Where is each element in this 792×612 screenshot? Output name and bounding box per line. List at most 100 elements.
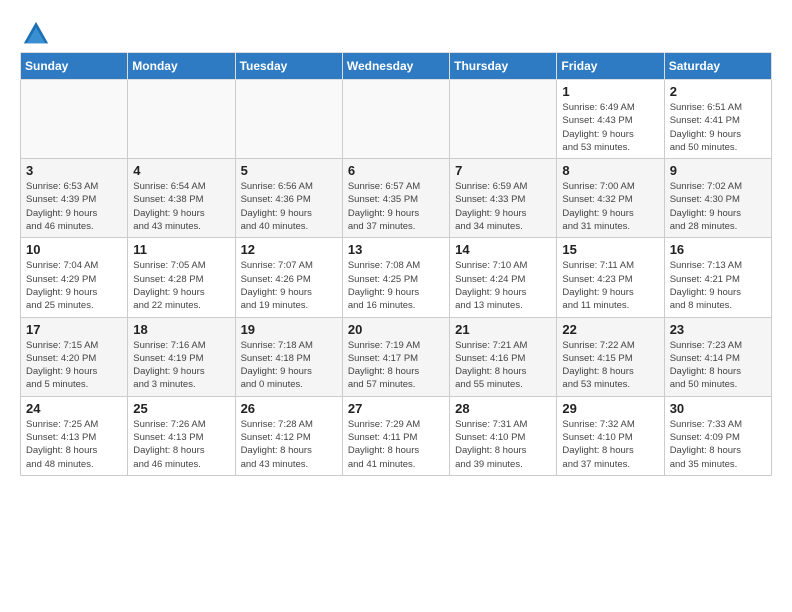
header-cell-friday: Friday <box>557 53 664 80</box>
day-number: 20 <box>348 322 444 337</box>
day-info: Sunrise: 6:49 AM Sunset: 4:43 PM Dayligh… <box>562 101 658 154</box>
day-cell: 6 Sunrise: 6:57 AM Sunset: 4:35 PM Daylig… <box>342 159 449 238</box>
day-number: 12 <box>241 242 337 257</box>
day-number: 10 <box>26 242 122 257</box>
day-info: Sunrise: 7:31 AM Sunset: 4:10 PM Dayligh… <box>455 418 551 471</box>
week-row-0: 1 Sunrise: 6:49 AM Sunset: 4:43 PM Daylig… <box>21 80 772 159</box>
day-cell: 21Sunrise: 7:21 AM Sunset: 4:16 PM Dayli… <box>450 317 557 396</box>
day-number: 30 <box>670 401 766 416</box>
day-info: Sunrise: 7:10 AM Sunset: 4:24 PM Dayligh… <box>455 259 551 312</box>
day-cell: 13 Sunrise: 7:08 AM Sunset: 4:25 PM Dayli… <box>342 238 449 317</box>
day-cell: 3 Sunrise: 6:53 AM Sunset: 4:39 PM Daylig… <box>21 159 128 238</box>
header-cell-tuesday: Tuesday <box>235 53 342 80</box>
day-cell: 25 Sunrise: 7:26 AM Sunset: 4:13 PM Dayli… <box>128 396 235 475</box>
day-cell: 11Sunrise: 7:05 AM Sunset: 4:28 PM Dayli… <box>128 238 235 317</box>
day-cell: 1 Sunrise: 6:49 AM Sunset: 4:43 PM Daylig… <box>557 80 664 159</box>
day-cell: 5 Sunrise: 6:56 AM Sunset: 4:36 PM Daylig… <box>235 159 342 238</box>
week-row-2: 10Sunrise: 7:04 AM Sunset: 4:29 PM Dayli… <box>21 238 772 317</box>
calendar-header: SundayMondayTuesdayWednesdayThursdayFrid… <box>21 53 772 80</box>
day-cell <box>450 80 557 159</box>
day-info: Sunrise: 6:53 AM Sunset: 4:39 PM Dayligh… <box>26 180 122 233</box>
day-cell: 27 Sunrise: 7:29 AM Sunset: 4:11 PM Dayli… <box>342 396 449 475</box>
day-number: 2 <box>670 84 766 99</box>
day-cell <box>235 80 342 159</box>
day-number: 13 <box>348 242 444 257</box>
calendar-table: SundayMondayTuesdayWednesdayThursdayFrid… <box>20 52 772 476</box>
day-info: Sunrise: 7:11 AM Sunset: 4:23 PM Dayligh… <box>562 259 658 312</box>
day-info: Sunrise: 7:18 AM Sunset: 4:18 PM Dayligh… <box>241 339 337 392</box>
logo <box>20 20 50 48</box>
day-info: Sunrise: 7:16 AM Sunset: 4:19 PM Dayligh… <box>133 339 229 392</box>
day-number: 21 <box>455 322 551 337</box>
day-number: 17 <box>26 322 122 337</box>
day-info: Sunrise: 7:19 AM Sunset: 4:17 PM Dayligh… <box>348 339 444 392</box>
day-info: Sunrise: 7:15 AM Sunset: 4:20 PM Dayligh… <box>26 339 122 392</box>
header-cell-saturday: Saturday <box>664 53 771 80</box>
day-number: 26 <box>241 401 337 416</box>
day-info: Sunrise: 7:00 AM Sunset: 4:32 PM Dayligh… <box>562 180 658 233</box>
day-cell: 10Sunrise: 7:04 AM Sunset: 4:29 PM Dayli… <box>21 238 128 317</box>
day-cell <box>342 80 449 159</box>
day-number: 23 <box>670 322 766 337</box>
day-info: Sunrise: 6:57 AM Sunset: 4:35 PM Dayligh… <box>348 180 444 233</box>
day-number: 14 <box>455 242 551 257</box>
day-cell: 8 Sunrise: 7:00 AM Sunset: 4:32 PM Daylig… <box>557 159 664 238</box>
day-number: 27 <box>348 401 444 416</box>
day-number: 25 <box>133 401 229 416</box>
logo-icon <box>22 20 50 48</box>
day-cell: 18Sunrise: 7:16 AM Sunset: 4:19 PM Dayli… <box>128 317 235 396</box>
header-cell-wednesday: Wednesday <box>342 53 449 80</box>
calendar-container: SundayMondayTuesdayWednesdayThursdayFrid… <box>0 0 792 486</box>
day-info: Sunrise: 7:02 AM Sunset: 4:30 PM Dayligh… <box>670 180 766 233</box>
day-info: Sunrise: 7:33 AM Sunset: 4:09 PM Dayligh… <box>670 418 766 471</box>
day-info: Sunrise: 7:32 AM Sunset: 4:10 PM Dayligh… <box>562 418 658 471</box>
header-cell-thursday: Thursday <box>450 53 557 80</box>
day-info: Sunrise: 7:08 AM Sunset: 4:25 PM Dayligh… <box>348 259 444 312</box>
day-number: 1 <box>562 84 658 99</box>
day-cell: 4Sunrise: 6:54 AM Sunset: 4:38 PM Daylig… <box>128 159 235 238</box>
day-number: 16 <box>670 242 766 257</box>
week-row-3: 17 Sunrise: 7:15 AM Sunset: 4:20 PM Dayli… <box>21 317 772 396</box>
day-cell: 12 Sunrise: 7:07 AM Sunset: 4:26 PM Dayli… <box>235 238 342 317</box>
day-cell: 7 Sunrise: 6:59 AM Sunset: 4:33 PM Daylig… <box>450 159 557 238</box>
day-number: 7 <box>455 163 551 178</box>
day-info: Sunrise: 7:29 AM Sunset: 4:11 PM Dayligh… <box>348 418 444 471</box>
day-number: 6 <box>348 163 444 178</box>
header-cell-monday: Monday <box>128 53 235 80</box>
header-cell-sunday: Sunday <box>21 53 128 80</box>
day-number: 22 <box>562 322 658 337</box>
day-number: 29 <box>562 401 658 416</box>
day-number: 4 <box>133 163 229 178</box>
week-row-4: 24Sunrise: 7:25 AM Sunset: 4:13 PM Dayli… <box>21 396 772 475</box>
day-info: Sunrise: 7:13 AM Sunset: 4:21 PM Dayligh… <box>670 259 766 312</box>
day-number: 3 <box>26 163 122 178</box>
day-info: Sunrise: 6:56 AM Sunset: 4:36 PM Dayligh… <box>241 180 337 233</box>
calendar-body: 1 Sunrise: 6:49 AM Sunset: 4:43 PM Daylig… <box>21 80 772 476</box>
day-cell: 2 Sunrise: 6:51 AM Sunset: 4:41 PM Daylig… <box>664 80 771 159</box>
day-info: Sunrise: 7:23 AM Sunset: 4:14 PM Dayligh… <box>670 339 766 392</box>
header-row: SundayMondayTuesdayWednesdayThursdayFrid… <box>21 53 772 80</box>
day-info: Sunrise: 7:28 AM Sunset: 4:12 PM Dayligh… <box>241 418 337 471</box>
day-info: Sunrise: 7:25 AM Sunset: 4:13 PM Dayligh… <box>26 418 122 471</box>
day-cell: 19Sunrise: 7:18 AM Sunset: 4:18 PM Dayli… <box>235 317 342 396</box>
day-info: Sunrise: 6:51 AM Sunset: 4:41 PM Dayligh… <box>670 101 766 154</box>
day-number: 8 <box>562 163 658 178</box>
day-cell: 14 Sunrise: 7:10 AM Sunset: 4:24 PM Dayli… <box>450 238 557 317</box>
day-number: 9 <box>670 163 766 178</box>
day-cell: 9 Sunrise: 7:02 AM Sunset: 4:30 PM Daylig… <box>664 159 771 238</box>
week-row-1: 3 Sunrise: 6:53 AM Sunset: 4:39 PM Daylig… <box>21 159 772 238</box>
day-cell: 29 Sunrise: 7:32 AM Sunset: 4:10 PM Dayli… <box>557 396 664 475</box>
day-cell: 15 Sunrise: 7:11 AM Sunset: 4:23 PM Dayli… <box>557 238 664 317</box>
day-info: Sunrise: 7:26 AM Sunset: 4:13 PM Dayligh… <box>133 418 229 471</box>
day-number: 11 <box>133 242 229 257</box>
day-info: Sunrise: 6:59 AM Sunset: 4:33 PM Dayligh… <box>455 180 551 233</box>
day-info: Sunrise: 7:07 AM Sunset: 4:26 PM Dayligh… <box>241 259 337 312</box>
day-cell <box>128 80 235 159</box>
day-cell <box>21 80 128 159</box>
day-cell: 24Sunrise: 7:25 AM Sunset: 4:13 PM Dayli… <box>21 396 128 475</box>
day-number: 5 <box>241 163 337 178</box>
day-cell: 30 Sunrise: 7:33 AM Sunset: 4:09 PM Dayli… <box>664 396 771 475</box>
day-info: Sunrise: 7:22 AM Sunset: 4:15 PM Dayligh… <box>562 339 658 392</box>
day-number: 15 <box>562 242 658 257</box>
day-cell: 22 Sunrise: 7:22 AM Sunset: 4:15 PM Dayli… <box>557 317 664 396</box>
